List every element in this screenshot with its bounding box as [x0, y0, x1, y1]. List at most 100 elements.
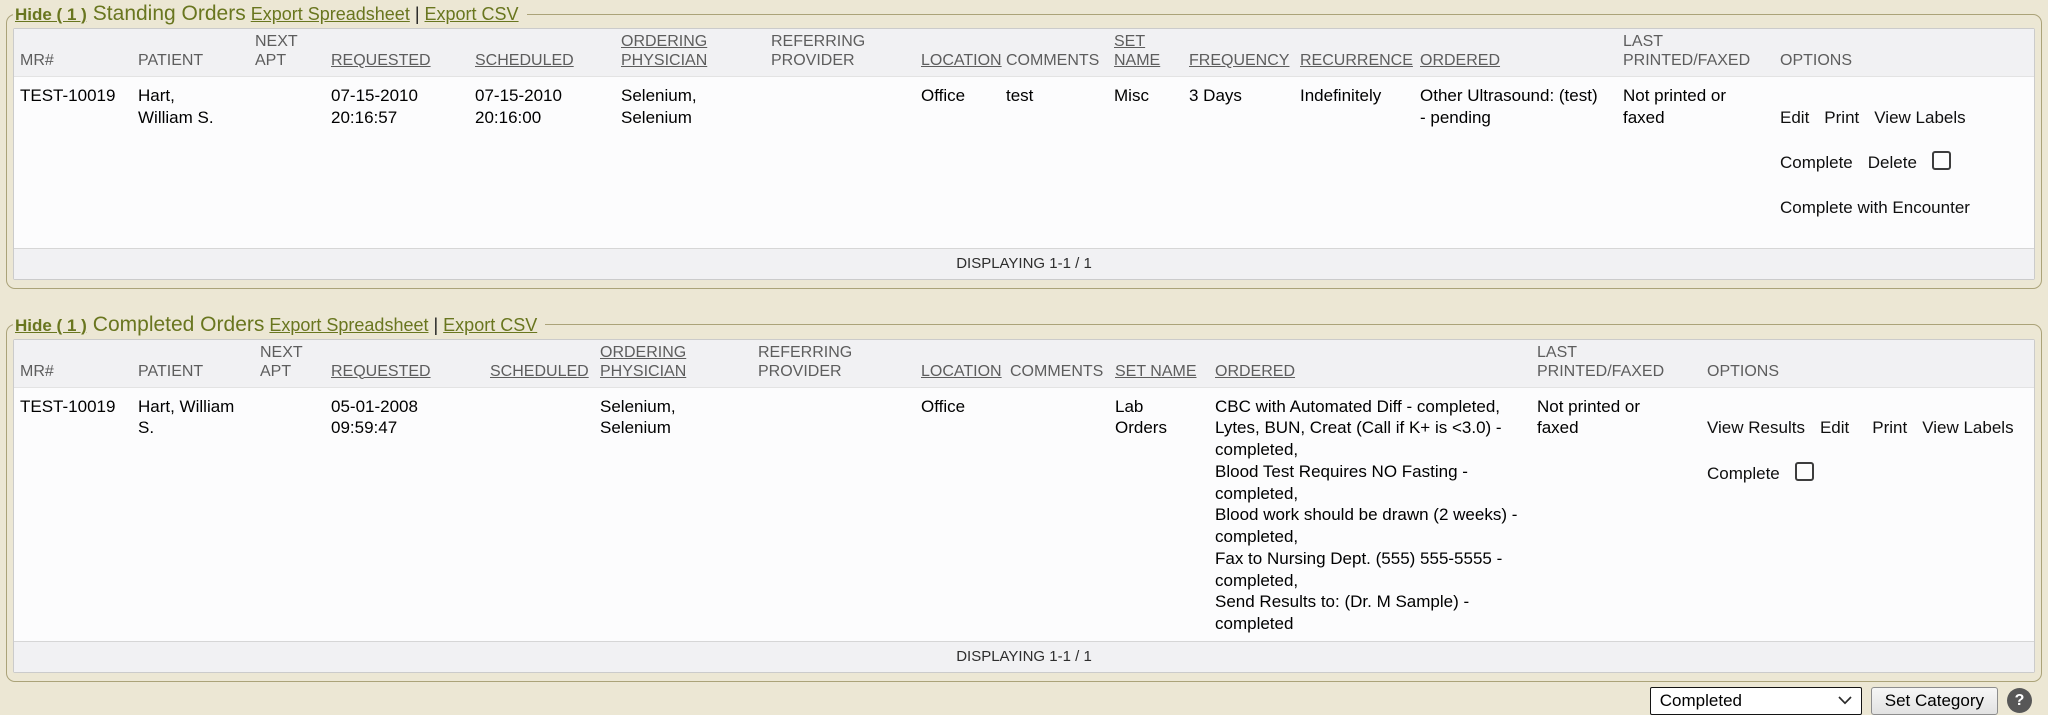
standing-orders-table: MR# PATIENT NEXT APT REQUESTED SCHEDULED…	[13, 28, 2035, 280]
cell-patient: Hart, William S.	[132, 387, 254, 641]
col-header-mr: MR#	[14, 29, 132, 76]
category-select-value: Completed	[1660, 691, 1742, 711]
col-header-referring-provider: REFERRING PROVIDER	[752, 340, 915, 387]
col-header-frequency[interactable]: FREQUENCY	[1183, 29, 1294, 76]
cell-requested: 05-01-2008 09:59:47	[325, 387, 484, 641]
col-header-location[interactable]: LOCATION	[915, 29, 1000, 76]
col-header-comments: COMMENTS	[1004, 340, 1109, 387]
print-link[interactable]: Print	[1824, 108, 1859, 127]
col-header-last-printed-faxed: LAST PRINTED/FAXED	[1617, 29, 1774, 76]
section-title-standing: Standing Orders	[93, 2, 246, 25]
col-header-comments: COMMENTS	[1000, 29, 1108, 76]
cell-location: Office	[915, 387, 1004, 641]
cell-ordering-physician: Selenium, Selenium	[615, 76, 765, 248]
col-header-scheduled[interactable]: SCHEDULED	[469, 29, 615, 76]
cell-mr: TEST-10019	[14, 387, 132, 641]
cell-options: Edit Print View Labels Complete Delete Comp…	[1774, 76, 2034, 248]
col-header-location[interactable]: LOCATION	[915, 340, 1004, 387]
table-row: TEST-10019 Hart, William S. 05-01-2008 0…	[14, 387, 2034, 641]
hide-toggle-link[interactable]: Hide ( 1 )	[15, 5, 87, 24]
cell-mr: TEST-10019	[14, 76, 132, 248]
col-header-set-name[interactable]: SET NAME	[1109, 340, 1209, 387]
set-category-button[interactable]: Set Category	[1871, 687, 1998, 715]
cell-recurrence: Indefinitely	[1294, 76, 1414, 248]
export-csv-link[interactable]: Export CSV	[425, 4, 519, 24]
complete-link[interactable]: Complete	[1707, 464, 1780, 483]
complete-link[interactable]: Complete	[1780, 153, 1853, 172]
cell-frequency: 3 Days	[1183, 76, 1294, 248]
cell-set-name: Misc	[1108, 76, 1183, 248]
col-header-mr: MR#	[14, 340, 132, 387]
cell-referring-provider	[752, 387, 915, 641]
edit-link[interactable]: Edit	[1780, 108, 1809, 127]
standing-footer-row: DISPLAYING 1-1 / 1	[14, 248, 2034, 279]
standing-header-row: MR# PATIENT NEXT APT REQUESTED SCHEDULED…	[14, 29, 2034, 76]
category-select[interactable]: Completed	[1650, 687, 1862, 715]
col-header-ordering-physician[interactable]: ORDERING PHYSICIAN	[615, 29, 765, 76]
standing-orders-legend: Hide ( 1 ) Standing OrdersExport Spreadsh…	[13, 2, 527, 26]
displaying-count: DISPLAYING 1-1 / 1	[14, 248, 2034, 279]
delete-checkbox[interactable]	[1932, 151, 1951, 170]
orders-page: Hide ( 1 )Standing OrdersExport Spreadsh…	[0, 2, 2048, 715]
hide-toggle-link[interactable]: Hide ( 1 )	[15, 316, 87, 335]
complete-with-encounter-link[interactable]: Complete with Encounter	[1780, 198, 1970, 217]
table-row: TEST-10019 Hart, William S. 07-15-2010 2…	[14, 76, 2034, 248]
print-link[interactable]: Print	[1872, 418, 1907, 437]
col-header-patient: PATIENT	[132, 340, 254, 387]
export-csv-link[interactable]: Export CSV	[443, 315, 537, 335]
view-results-link[interactable]: View Results	[1707, 418, 1805, 437]
export-spreadsheet-link[interactable]: Export Spreadsheet	[251, 4, 410, 24]
col-header-patient: PATIENT	[132, 29, 249, 76]
col-header-recurrence[interactable]: RECURRENCE	[1294, 29, 1414, 76]
delete-link[interactable]: Delete	[1868, 153, 1917, 172]
completed-orders-section: Hide ( 1 ) Completed OrdersExport Spreads…	[6, 313, 2042, 682]
export-spreadsheet-link[interactable]: Export Spreadsheet	[269, 315, 428, 335]
cell-last-printed-faxed: Not printed or faxed	[1531, 387, 1701, 641]
completed-orders-legend: Hide ( 1 ) Completed OrdersExport Spreads…	[13, 313, 545, 337]
cell-options: View Results Edit Print View Labels Complet…	[1701, 387, 2034, 641]
cell-ordered: Other Ultrasound: (test) - pending	[1414, 76, 1617, 248]
separator: |	[433, 315, 438, 335]
col-header-ordered[interactable]: ORDERED	[1209, 340, 1531, 387]
col-header-last-printed-faxed: LAST PRINTED/FAXED	[1531, 340, 1701, 387]
col-header-requested[interactable]: REQUESTED	[325, 340, 484, 387]
standing-orders-section: Hide ( 1 ) Standing OrdersExport Spreadsh…	[6, 2, 2042, 289]
completed-footer-row: DISPLAYING 1-1 / 1	[14, 641, 2034, 672]
completed-orders-table: MR# PATIENT NEXT APT REQUESTED SCHEDULED…	[13, 339, 2035, 673]
col-header-ordered[interactable]: ORDERED	[1414, 29, 1617, 76]
cell-set-name: Lab Orders	[1109, 387, 1209, 641]
col-header-options: OPTIONS	[1774, 29, 2034, 76]
col-header-ordering-physician[interactable]: ORDERING PHYSICIAN	[594, 340, 752, 387]
cell-ordered: CBC with Automated Diff - completed, Lyt…	[1209, 387, 1531, 641]
cell-comments	[1004, 387, 1109, 641]
col-header-scheduled[interactable]: SCHEDULED	[484, 340, 594, 387]
cell-location: Office	[915, 76, 1000, 248]
displaying-count: DISPLAYING 1-1 / 1	[14, 641, 2034, 672]
separator: |	[415, 4, 420, 24]
edit-link[interactable]: Edit	[1820, 418, 1849, 437]
view-labels-link[interactable]: View Labels	[1874, 108, 1965, 127]
help-icon[interactable]: ?	[2007, 688, 2032, 713]
col-header-set-name[interactable]: SET NAME	[1108, 29, 1183, 76]
cell-patient: Hart, William S.	[132, 76, 249, 248]
col-header-referring-provider: REFERRING PROVIDER	[765, 29, 915, 76]
col-header-next-apt: NEXT APT	[249, 29, 325, 76]
category-controls: Completed Set Category ?	[2, 687, 2046, 715]
cell-scheduled	[484, 387, 594, 641]
cell-next-apt	[249, 76, 325, 248]
chevron-down-icon	[1838, 696, 1852, 705]
cell-ordering-physician: Selenium, Selenium	[594, 387, 752, 641]
complete-checkbox[interactable]	[1795, 462, 1814, 481]
col-header-next-apt: NEXT APT	[254, 340, 325, 387]
view-labels-link[interactable]: View Labels	[1922, 418, 2013, 437]
cell-last-printed-faxed: Not printed or faxed	[1617, 76, 1774, 248]
completed-header-row: MR# PATIENT NEXT APT REQUESTED SCHEDULED…	[14, 340, 2034, 387]
cell-scheduled: 07-15-2010 20:16:00	[469, 76, 615, 248]
cell-referring-provider	[765, 76, 915, 248]
cell-comments: test	[1000, 76, 1108, 248]
cell-next-apt	[254, 387, 325, 641]
cell-requested: 07-15-2010 20:16:57	[325, 76, 469, 248]
section-title-completed: Completed Orders	[93, 313, 265, 336]
col-header-requested[interactable]: REQUESTED	[325, 29, 469, 76]
col-header-options: OPTIONS	[1701, 340, 2034, 387]
